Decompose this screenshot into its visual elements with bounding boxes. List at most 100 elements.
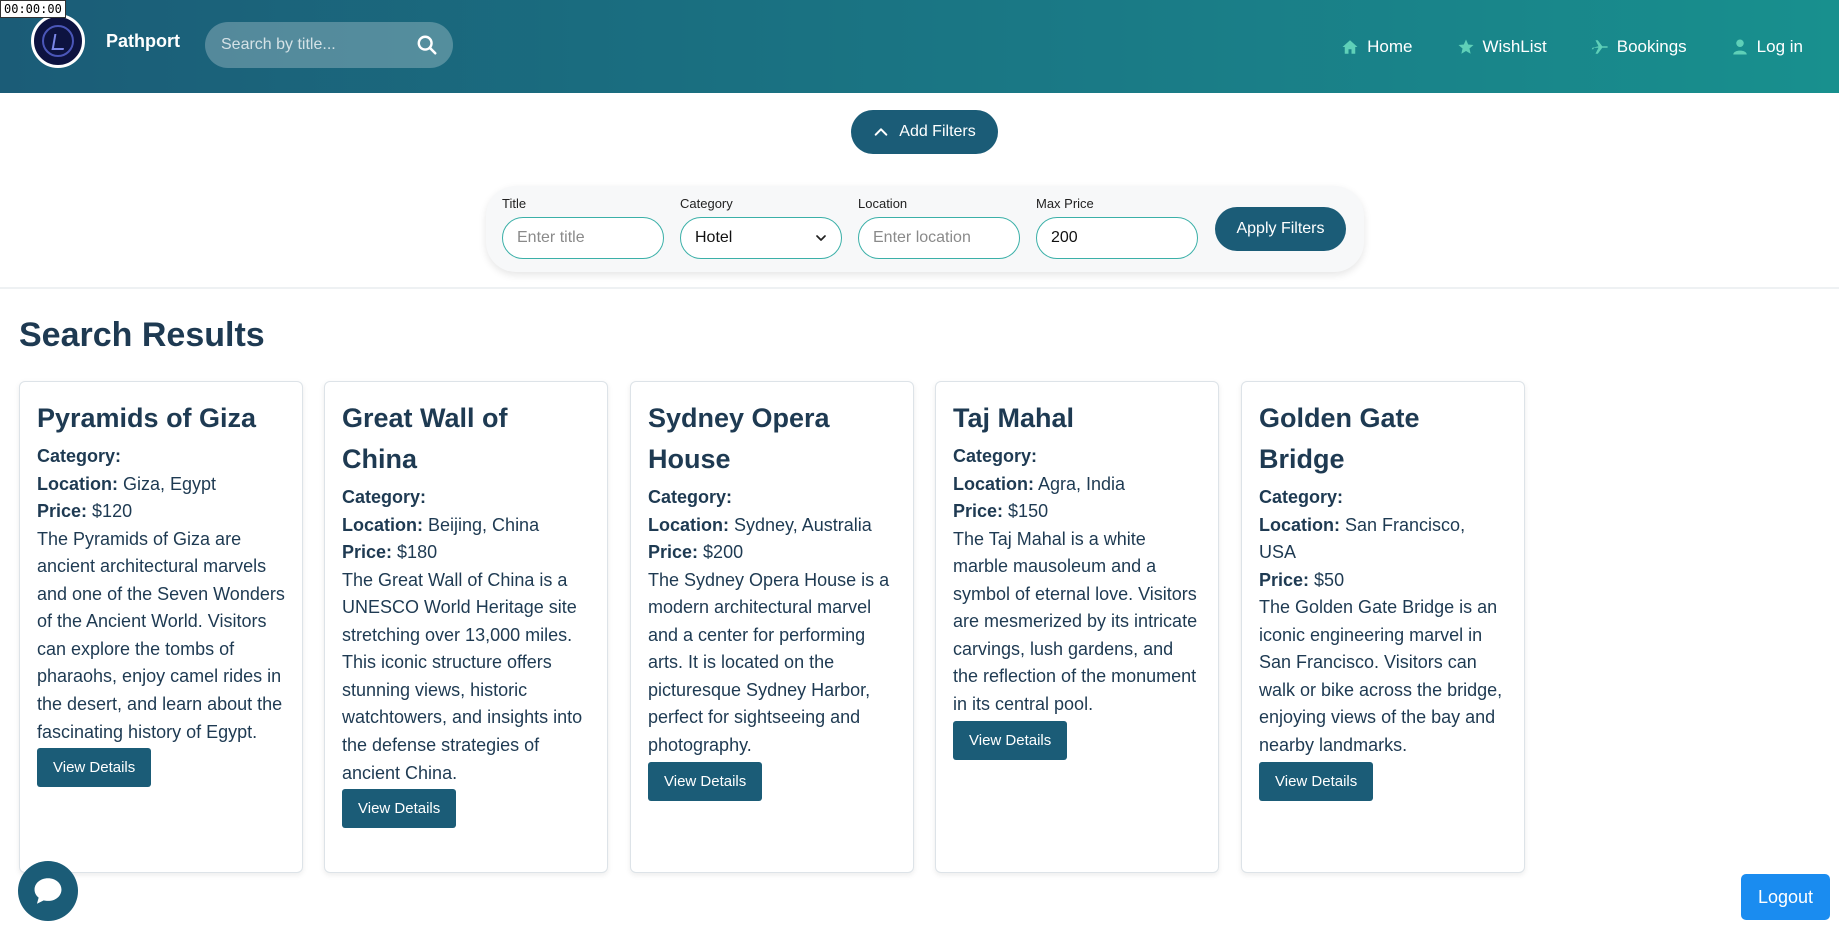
card-description: The Taj Mahal is a white marble mausoleu… (953, 528, 1198, 715)
nav-links: Home WishList Bookings Log in (1341, 0, 1803, 93)
apply-filters-button[interactable]: Apply Filters (1215, 207, 1346, 251)
nav-wishlist[interactable]: WishList (1457, 37, 1547, 57)
category-label: Category: (342, 487, 427, 507)
price-value: $120 (92, 501, 133, 521)
category-select-value: Hotel (695, 229, 733, 246)
chevron-up-icon (874, 128, 888, 136)
location-value: Beijing, China (428, 514, 540, 535)
title-filter-label: Title (502, 196, 527, 211)
nav-login-label: Log in (1756, 36, 1803, 56)
view-details-button[interactable]: View Details (37, 748, 152, 788)
timer-readout: 00:00:00 (0, 0, 66, 18)
price-label: Price: (37, 501, 88, 521)
nav-wishlist-label: WishList (1482, 36, 1547, 56)
price-label: Price: (648, 542, 699, 562)
location-input[interactable]: Enter location (858, 217, 1020, 259)
card-category: Category: (37, 443, 285, 471)
card-price: Price: $180 (342, 539, 590, 567)
view-details-button[interactable]: View Details (342, 789, 457, 829)
card-title: Golden Gate Bridge (1259, 403, 1420, 474)
result-card: Great Wall of China Category: Location: … (324, 381, 608, 873)
location-filter-label: Location (858, 196, 908, 211)
card-price: Price: $120 (37, 498, 285, 526)
section-divider (0, 287, 1839, 289)
nav-home-label: Home (1367, 36, 1413, 56)
category-filter: Category Hotel (680, 196, 842, 259)
filter-panel: Title Enter title Category Hotel Locatio… (486, 186, 1364, 272)
maxprice-filter: Max Price 200 (1036, 196, 1198, 259)
logo[interactable] (31, 14, 85, 68)
result-card: Sydney Opera House Category: Location: S… (630, 381, 914, 873)
card-location: Location: Agra, India (953, 471, 1201, 499)
search-input[interactable] (221, 36, 411, 54)
maxprice-filter-label: Max Price (1036, 196, 1094, 211)
category-label: Category: (1259, 487, 1344, 507)
location-label: Location: (648, 514, 729, 535)
price-value: $180 (397, 542, 438, 562)
card-location: Location: San Francisco, USA (1259, 512, 1507, 567)
view-details-button[interactable]: View Details (1259, 761, 1374, 801)
nav-login[interactable]: Log in (1731, 37, 1803, 57)
plane-icon (1591, 39, 1608, 54)
chat-bubble-icon (34, 878, 62, 904)
add-filters-label: Add Filters (899, 123, 976, 140)
nav-bookings[interactable]: Bookings (1591, 37, 1687, 57)
price-label: Price: (342, 542, 393, 562)
price-value: $150 (1008, 501, 1049, 521)
home-icon (1342, 39, 1358, 54)
card-price: Price: $200 (648, 539, 896, 567)
chat-button[interactable] (18, 861, 78, 921)
nav-home[interactable]: Home (1341, 36, 1413, 57)
card-description: The Pyramids of Giza are ancient archite… (37, 528, 285, 742)
card-category: Category: (1259, 484, 1507, 512)
card-title: Pyramids of Giza (37, 403, 257, 433)
category-label: Category: (953, 446, 1038, 466)
category-label: Category: (648, 487, 733, 507)
price-value: $50 (1314, 569, 1345, 590)
card-category: Category: (648, 484, 896, 512)
card-title: Sydney Opera House (648, 403, 830, 474)
top-navbar: Pathport Home WishList Bookings Log in (0, 0, 1839, 93)
add-filters-button[interactable]: Add Filters (851, 110, 998, 154)
category-filter-label: Category (680, 196, 733, 211)
location-label: Location: (37, 473, 118, 494)
title-input[interactable]: Enter title (502, 217, 664, 259)
search-icon[interactable] (416, 34, 438, 56)
location-value: Agra, India (1038, 473, 1126, 494)
view-details-button[interactable]: View Details (648, 761, 763, 801)
star-icon (1458, 39, 1473, 54)
location-label: Location: (953, 473, 1034, 494)
category-label: Category: (37, 446, 122, 466)
result-card: Pyramids of Giza Category: Location: Giz… (19, 381, 303, 873)
card-category: Category: (342, 484, 590, 512)
chevron-down-icon (816, 235, 826, 241)
card-location: Location: Beijing, China (342, 512, 590, 540)
location-value: Sydney, Australia (734, 514, 872, 535)
result-card: Golden Gate Bridge Category: Location: S… (1241, 381, 1525, 873)
category-select[interactable]: Hotel (680, 217, 842, 259)
card-title: Taj Mahal (953, 403, 1075, 433)
search-bar (205, 22, 453, 68)
logo-mark-icon (42, 25, 74, 57)
brand-name[interactable]: Pathport (106, 31, 180, 52)
price-value: $200 (703, 542, 744, 562)
result-card: Taj Mahal Category: Location: Agra, Indi… (935, 381, 1219, 873)
maxprice-input[interactable]: 200 (1036, 217, 1198, 259)
card-price: Price: $50 (1259, 567, 1507, 595)
title-filter: Title Enter title (502, 196, 664, 259)
card-description: The Great Wall of China is a UNESCO Worl… (342, 569, 583, 783)
user-icon (1732, 39, 1747, 54)
results-heading: Search Results (19, 316, 265, 354)
price-label: Price: (1259, 569, 1310, 590)
location-label: Location: (1259, 514, 1340, 535)
logout-button[interactable]: Logout (1741, 874, 1830, 920)
card-price: Price: $150 (953, 498, 1201, 526)
card-title: Great Wall of China (342, 403, 508, 474)
card-description: The Golden Gate Bridge is an iconic engi… (1259, 597, 1503, 755)
card-location: Location: Giza, Egypt (37, 471, 285, 499)
card-category: Category: (953, 443, 1201, 471)
location-value: Giza, Egypt (123, 473, 217, 494)
location-filter: Location Enter location (858, 196, 1020, 259)
card-description: The Sydney Opera House is a modern archi… (648, 569, 890, 756)
view-details-button[interactable]: View Details (953, 720, 1068, 760)
